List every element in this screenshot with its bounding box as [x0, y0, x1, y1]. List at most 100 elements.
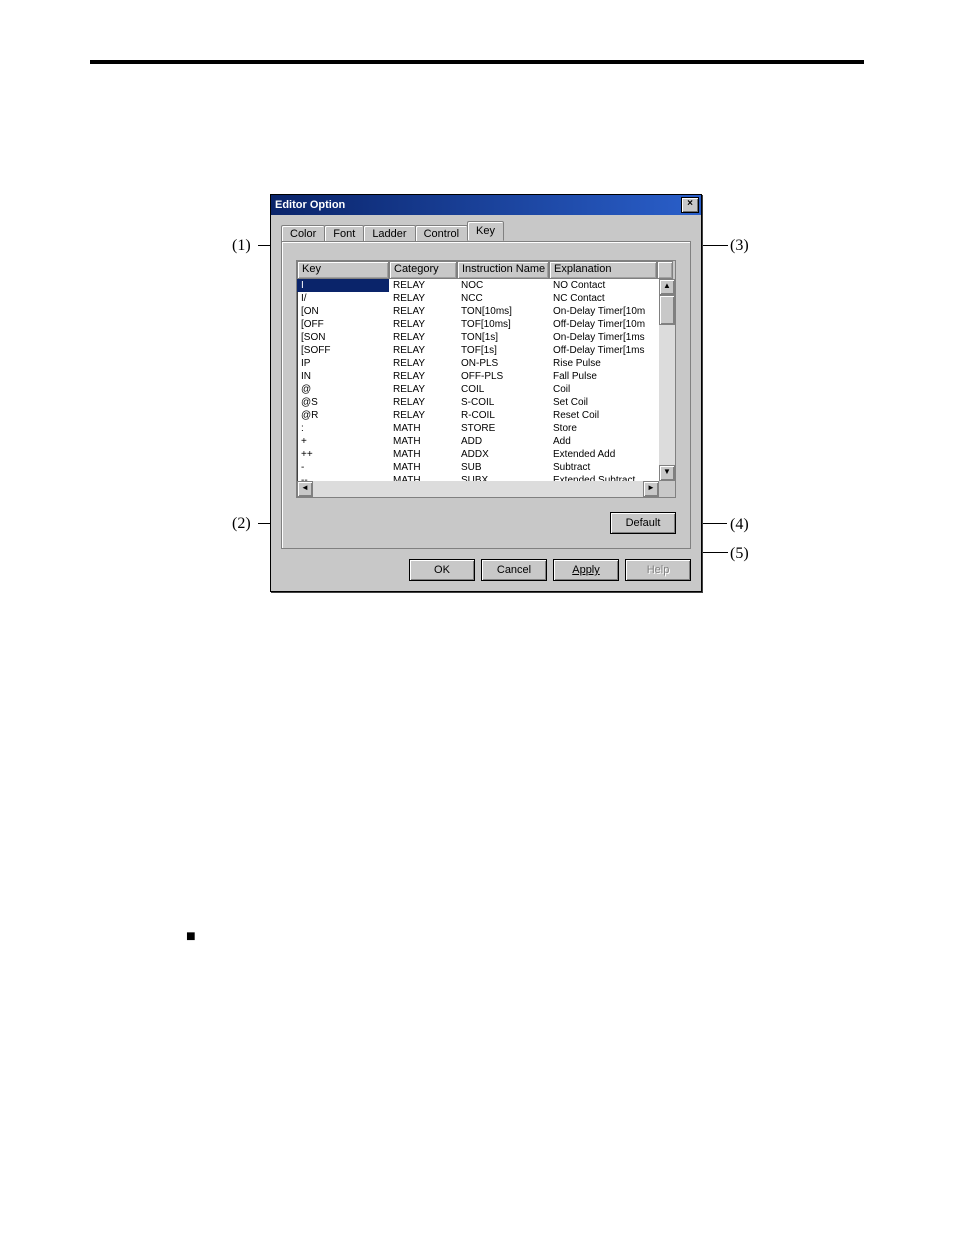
cell-cat: RELAY: [389, 396, 457, 409]
cell-ins: ADDX: [457, 448, 549, 461]
cancel-button[interactable]: Cancel: [481, 559, 547, 581]
table-row[interactable]: [OFFRELAYTOF[10ms]Off-Delay Timer[10m: [297, 318, 659, 331]
cell-exp: On-Delay Timer[10m: [549, 305, 657, 318]
cell-key: IN: [297, 370, 389, 383]
cell-key: ++: [297, 448, 389, 461]
table-row[interactable]: IPRELAYON-PLSRise Pulse: [297, 357, 659, 370]
cell-key: [OFF: [297, 318, 389, 331]
cell-ins: TON[10ms]: [457, 305, 549, 318]
table-row[interactable]: --MATHSUBXExtended Subtract: [297, 474, 659, 481]
tab-font[interactable]: Font: [324, 225, 364, 242]
cell-ins: STORE: [457, 422, 549, 435]
table-row[interactable]: +MATHADDAdd: [297, 435, 659, 448]
cell-cat: RELAY: [389, 357, 457, 370]
key-listview[interactable]: Key Category Instruction Name Explanatio…: [296, 260, 676, 498]
col-header-explanation[interactable]: Explanation: [549, 261, 657, 279]
cell-key: @R: [297, 409, 389, 422]
table-row[interactable]: @SRELAYS-COILSet Coil: [297, 396, 659, 409]
table-row[interactable]: I/RELAYNCCNC Contact: [297, 292, 659, 305]
cell-cat: RELAY: [389, 331, 457, 344]
cell-exp: Coil: [549, 383, 657, 396]
close-icon[interactable]: ×: [681, 197, 699, 213]
cell-cat: MATH: [389, 448, 457, 461]
cell-cat: RELAY: [389, 279, 457, 292]
cell-ins: TOF[10ms]: [457, 318, 549, 331]
cell-key: I: [297, 279, 389, 292]
horizontal-scrollbar[interactable]: ◄ ►: [297, 481, 659, 497]
dialog-titlebar[interactable]: Editor Option ×: [271, 195, 701, 215]
col-header-instruction[interactable]: Instruction Name: [457, 261, 549, 279]
cell-ins: NOC: [457, 279, 549, 292]
cell-exp: Off-Delay Timer[10m: [549, 318, 657, 331]
cell-exp: Extended Subtract: [549, 474, 657, 481]
callout-5: (5): [730, 545, 749, 563]
cell-key: [SON: [297, 331, 389, 344]
tab-control[interactable]: Control: [415, 225, 468, 242]
table-row[interactable]: :MATHSTOREStore: [297, 422, 659, 435]
cell-ins: SUB: [457, 461, 549, 474]
square-bullet-icon: ■: [186, 928, 196, 946]
cell-cat: RELAY: [389, 305, 457, 318]
cell-ins: R-COIL: [457, 409, 549, 422]
table-row[interactable]: @RRELAYR-COILReset Coil: [297, 409, 659, 422]
table-row[interactable]: @RELAYCOILCoil: [297, 383, 659, 396]
cell-exp: Extended Add: [549, 448, 657, 461]
cell-cat: RELAY: [389, 370, 457, 383]
tab-key[interactable]: Key: [467, 221, 504, 241]
table-row[interactable]: ++MATHADDXExtended Add: [297, 448, 659, 461]
cell-key: [SOFF: [297, 344, 389, 357]
callout-4: (4): [730, 516, 749, 534]
scroll-right-icon[interactable]: ►: [643, 481, 659, 497]
cell-exp: NO Contact: [549, 279, 657, 292]
cell-exp: Off-Delay Timer[1ms: [549, 344, 657, 357]
cell-key: @S: [297, 396, 389, 409]
ok-button[interactable]: OK: [409, 559, 475, 581]
scroll-left-icon[interactable]: ◄: [297, 481, 313, 497]
listview-rows: IRELAYNOCNO ContactI/RELAYNCCNC Contact[…: [297, 279, 659, 481]
apply-button[interactable]: Apply: [553, 559, 619, 581]
cell-exp: Rise Pulse: [549, 357, 657, 370]
default-button[interactable]: Default: [610, 512, 676, 534]
cell-key: :: [297, 422, 389, 435]
page-top-rule: [90, 60, 864, 64]
cell-ins: OFF-PLS: [457, 370, 549, 383]
table-row[interactable]: [SONRELAYTON[1s]On-Delay Timer[1ms: [297, 331, 659, 344]
table-row[interactable]: -MATHSUBSubtract: [297, 461, 659, 474]
table-row[interactable]: [ONRELAYTON[10ms]On-Delay Timer[10m: [297, 305, 659, 318]
cell-ins: COIL: [457, 383, 549, 396]
cell-key: +: [297, 435, 389, 448]
col-header-scroll-spacer: [657, 261, 673, 279]
cell-ins: TON[1s]: [457, 331, 549, 344]
cell-key: -: [297, 461, 389, 474]
cell-exp: Reset Coil: [549, 409, 657, 422]
editor-option-dialog: Editor Option × Color Font Ladder Contro…: [270, 194, 702, 592]
table-row[interactable]: INRELAYOFF-PLSFall Pulse: [297, 370, 659, 383]
table-row[interactable]: IRELAYNOCNO Contact: [297, 279, 659, 292]
cell-exp: On-Delay Timer[1ms: [549, 331, 657, 344]
cell-exp: Set Coil: [549, 396, 657, 409]
cell-cat: MATH: [389, 435, 457, 448]
scroll-thumb[interactable]: [659, 295, 675, 325]
callout-1: (1): [232, 237, 251, 255]
listview-header-row: Key Category Instruction Name Explanatio…: [297, 261, 675, 279]
cell-cat: RELAY: [389, 409, 457, 422]
col-header-category[interactable]: Category: [389, 261, 457, 279]
cell-cat: MATH: [389, 422, 457, 435]
cell-key: [ON: [297, 305, 389, 318]
cell-ins: SUBX: [457, 474, 549, 481]
scroll-corner: [659, 481, 675, 497]
tab-color[interactable]: Color: [281, 225, 325, 242]
tab-ladder[interactable]: Ladder: [363, 225, 415, 242]
col-header-key[interactable]: Key: [297, 261, 389, 279]
cell-cat: MATH: [389, 474, 457, 481]
tabstrip: Color Font Ladder Control Key: [281, 221, 691, 241]
cell-key: I/: [297, 292, 389, 305]
help-button[interactable]: Help: [625, 559, 691, 581]
cell-ins: TOF[1s]: [457, 344, 549, 357]
cell-key: @: [297, 383, 389, 396]
vertical-scrollbar[interactable]: ▲ ▼: [659, 279, 675, 481]
scroll-up-icon[interactable]: ▲: [659, 279, 675, 295]
cell-cat: MATH: [389, 461, 457, 474]
scroll-down-icon[interactable]: ▼: [659, 465, 675, 481]
table-row[interactable]: [SOFFRELAYTOF[1s]Off-Delay Timer[1ms: [297, 344, 659, 357]
